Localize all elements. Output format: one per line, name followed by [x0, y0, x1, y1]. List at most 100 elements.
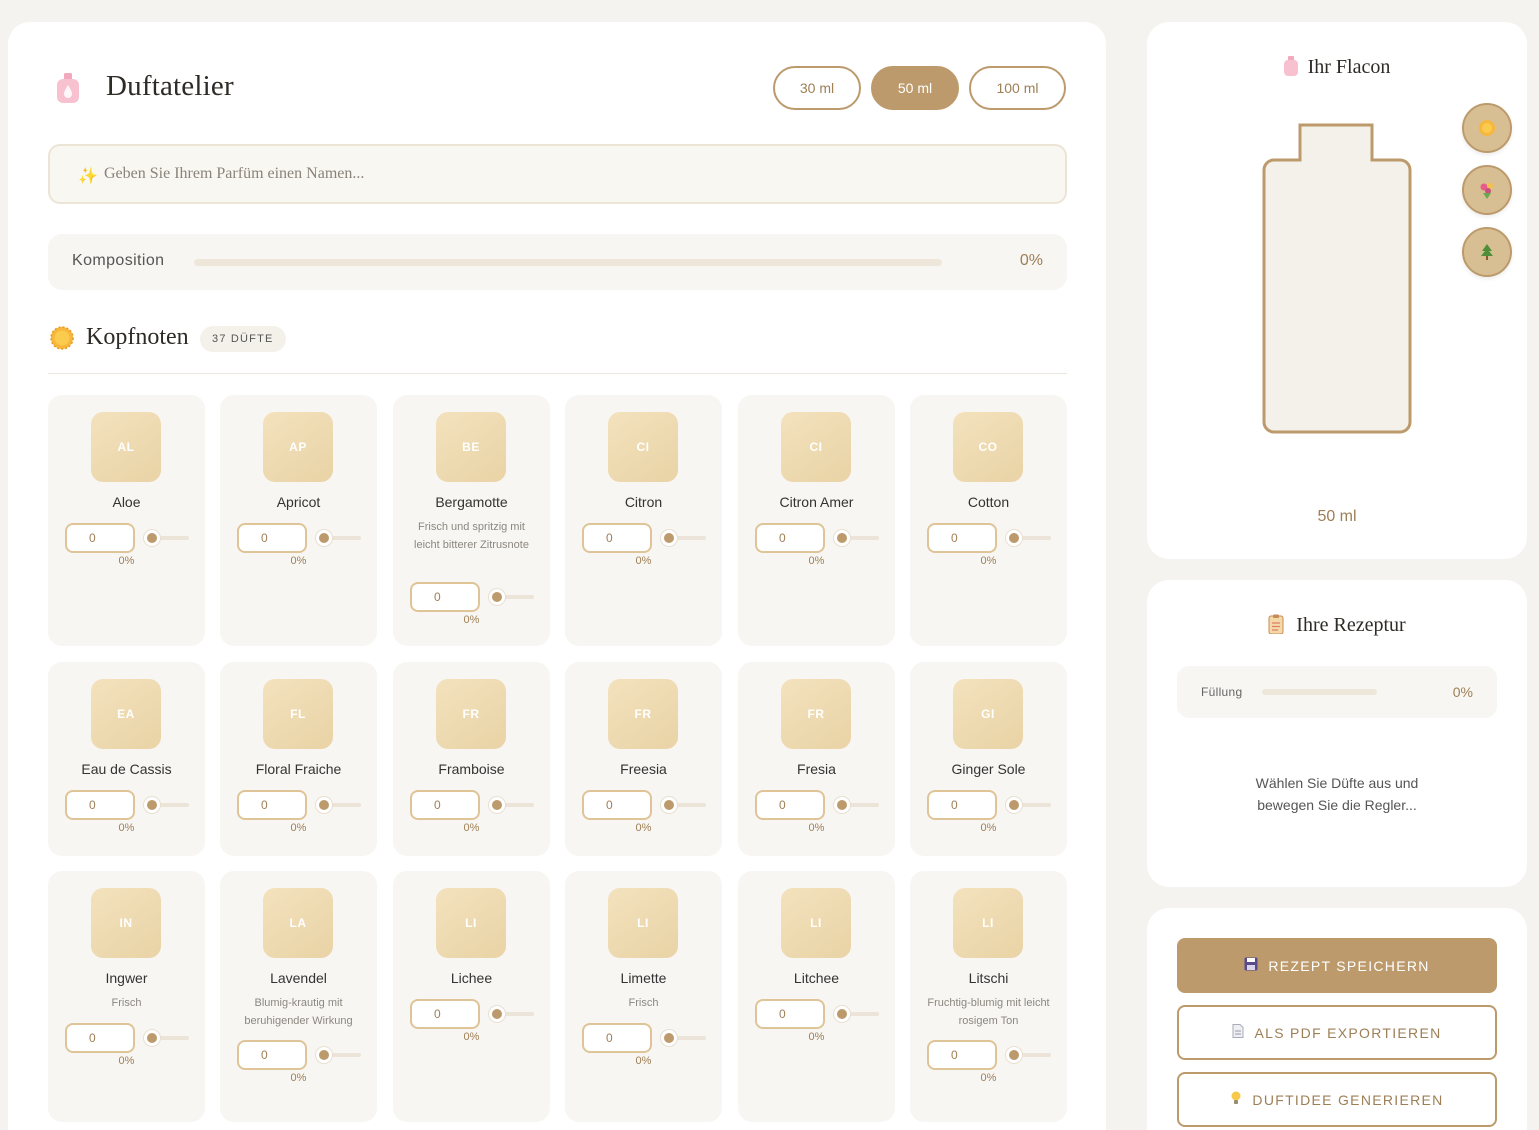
note-amount-input[interactable]: 0 [65, 790, 135, 820]
note-card[interactable]: FR Fresia 0 0% [738, 662, 895, 856]
note-control: 0 [582, 523, 706, 553]
note-amount-input[interactable]: 0 [582, 523, 652, 553]
note-amount-input[interactable]: 0 [410, 790, 480, 820]
note-card[interactable]: AP Apricot 0 0% [220, 395, 377, 646]
recipe-title-text: Ihre Rezeptur [1296, 614, 1406, 636]
note-slider-thumb[interactable] [1006, 797, 1022, 813]
size-30ml-button[interactable]: 30 ml [773, 66, 861, 110]
note-slider-thumb[interactable] [834, 530, 850, 546]
note-card[interactable]: IN Ingwer Frisch 0 0% [48, 871, 205, 1122]
note-initials-badge: LI [953, 888, 1023, 958]
note-slider-thumb[interactable] [489, 588, 505, 605]
note-initials-badge: CI [781, 412, 851, 482]
note-amount-input[interactable]: 0 [237, 790, 307, 820]
fill-indicator: Füllung 0% [1177, 666, 1497, 718]
note-slider-thumb[interactable] [1006, 1047, 1022, 1063]
note-amount-input[interactable]: 0 [927, 790, 997, 820]
note-slider-thumb[interactable] [661, 1029, 677, 1046]
note-amount-input[interactable]: 0 [755, 523, 825, 553]
note-percent: 0% [980, 1072, 997, 1084]
note-amount-input[interactable]: 0 [65, 523, 135, 553]
note-card[interactable]: CI Citron 0 0% [565, 395, 722, 646]
note-slider-thumb[interactable] [316, 530, 332, 546]
recipe-title: Ihre Rezeptur [1147, 614, 1527, 637]
note-control: 0 [237, 790, 361, 820]
note-slider-thumb[interactable] [1006, 530, 1022, 546]
note-initials-badge: IN [91, 888, 161, 958]
note-control: 0 [582, 1022, 706, 1053]
note-percent: 0% [290, 822, 307, 834]
save-recipe-button[interactable]: REZEPT SPEICHERN [1177, 938, 1497, 993]
note-card[interactable]: LI Limette Frisch 0 0% [565, 871, 722, 1122]
note-slider-thumb[interactable] [316, 1047, 332, 1063]
fill-percent: 0% [1452, 684, 1473, 700]
note-card[interactable]: GI Ginger Sole 0 0% [910, 662, 1067, 856]
note-percent: 0% [118, 822, 135, 834]
note-card[interactable]: EA Eau de Cassis 0 0% [48, 662, 205, 856]
note-control: 0 [237, 523, 361, 553]
note-amount-input[interactable]: 0 [927, 523, 997, 553]
family-floral-button[interactable] [1462, 165, 1512, 215]
note-amount-input[interactable]: 0 [755, 790, 825, 820]
note-slider-thumb[interactable] [834, 1006, 850, 1022]
note-card[interactable]: LA Lavendel Blumig-krautig mit beruhigende… [220, 871, 377, 1122]
note-name: Eau de Cassis [81, 761, 172, 777]
sparkles-icon: ✨ [78, 168, 98, 185]
note-slider-thumb[interactable] [489, 797, 505, 813]
note-card[interactable]: FL Floral Fraiche 0 0% [220, 662, 377, 856]
perfume-name-field: ✨ [48, 144, 1067, 204]
note-slider-thumb[interactable] [834, 797, 850, 813]
note-card[interactable]: FR Freesia 0 0% [565, 662, 722, 856]
size-selector: 30 ml 50 ml 100 ml [773, 66, 1066, 110]
export-pdf-button[interactable]: ALS PDF EXPORTIEREN [1177, 1005, 1497, 1060]
note-amount-input[interactable]: 0 [237, 523, 307, 553]
family-sun-button[interactable] [1462, 103, 1512, 153]
note-amount-input[interactable]: 0 [237, 1040, 307, 1070]
note-initials-badge: GI [953, 679, 1023, 749]
note-slider-thumb[interactable] [661, 797, 677, 813]
family-woody-button[interactable] [1462, 227, 1512, 277]
note-slider-thumb[interactable] [144, 797, 160, 813]
note-card[interactable]: AL Aloe 0 0% [48, 395, 205, 646]
generate-idea-button[interactable]: DUFTIDEE GENERIEREN [1177, 1072, 1497, 1127]
save-recipe-label: REZEPT SPEICHERN [1268, 957, 1430, 974]
note-name: Lichee [450, 970, 493, 986]
note-slider-thumb[interactable] [661, 530, 677, 546]
note-slider-thumb[interactable] [316, 797, 332, 813]
size-50ml-button[interactable]: 50 ml [871, 66, 959, 110]
note-amount-input[interactable]: 0 [410, 581, 480, 612]
note-percent: 0% [290, 555, 307, 567]
size-100ml-button[interactable]: 100 ml [969, 66, 1066, 110]
note-amount-input[interactable]: 0 [410, 999, 480, 1029]
bouquet-icon [1480, 183, 1493, 199]
note-control: 0 [755, 523, 879, 553]
note-amount-input[interactable]: 0 [582, 1022, 652, 1053]
note-percent: 0% [290, 1072, 307, 1084]
note-card[interactable]: LI Litchee 0 0% [738, 871, 895, 1122]
note-control: 0 [237, 1040, 361, 1070]
note-card[interactable]: FR Framboise 0 0% [393, 662, 550, 856]
note-initials-badge: EA [91, 679, 161, 749]
note-description: Frisch [628, 997, 659, 1009]
note-amount-input[interactable]: 0 [65, 1022, 135, 1053]
note-percent: 0% [463, 1031, 480, 1043]
note-amount-input[interactable]: 0 [927, 1040, 997, 1070]
composition-bar [194, 259, 942, 266]
note-card[interactable]: CO Cotton 0 0% [910, 395, 1067, 646]
note-amount-input[interactable]: 0 [755, 999, 825, 1029]
note-card[interactable]: CI Citron Amer 0 0% [738, 395, 895, 646]
note-percent: 0% [635, 822, 652, 834]
perfume-bottle-icon [1283, 56, 1298, 76]
perfume-name-input[interactable] [104, 160, 1004, 188]
note-slider-thumb[interactable] [489, 1006, 505, 1022]
sun-icon [1479, 120, 1495, 136]
note-card[interactable]: LI Litschi Fruchtig-blumig mit leicht rosi… [910, 871, 1067, 1122]
note-slider-thumb[interactable] [144, 530, 160, 546]
note-amount-input[interactable]: 0 [582, 790, 652, 820]
note-percent: 0% [118, 1054, 135, 1067]
note-card[interactable]: LI Lichee 0 0% [393, 871, 550, 1122]
composition-progress: Komposition 0% [48, 234, 1067, 290]
note-slider-thumb[interactable] [144, 1029, 160, 1046]
note-card[interactable]: BE Bergamotte Frisch und spritzig mit leic… [393, 395, 550, 646]
note-control: 0 [65, 1022, 189, 1053]
